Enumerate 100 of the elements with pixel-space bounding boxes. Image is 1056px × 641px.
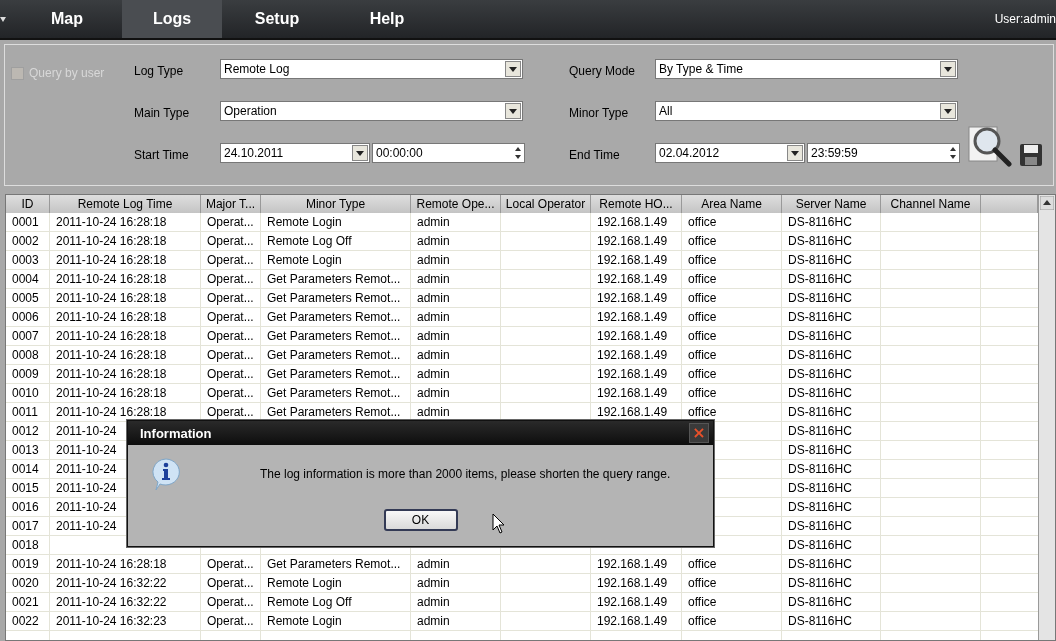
table-cell: DS-8116HC [788,272,852,286]
table-cell: 2011-10-24 [56,481,117,495]
nav-tab[interactable]: Help [332,0,442,38]
dropdown[interactable]: Remote Log [220,59,523,79]
table-cell: 2011-10-24 [56,462,117,476]
table-cell: Remote Login [267,215,342,229]
table-cell: 0017 [12,519,39,533]
table-cell: DS-8116HC [788,291,852,305]
table-cell: office [688,310,717,324]
scroll-up-icon[interactable] [1040,196,1054,210]
table-cell: Get Parameters Remot... [267,386,401,400]
table-cell: 0002 [12,234,39,248]
dropdown[interactable]: Operation [220,101,523,121]
table-cell: 0003 [12,253,39,267]
dropdown[interactable]: All [655,101,958,121]
date-picker[interactable]: 02.04.2012 [655,143,805,163]
table-cell: admin [417,576,450,590]
table-cell: 2011-10-24 16:28:18 [56,405,167,419]
field-label: Minor Type [569,105,630,122]
table-cell: DS-8116HC [788,405,852,419]
date-picker[interactable]: 24.10.2011 [220,143,370,163]
table-cell: 0004 [12,272,39,286]
table-cell: 0008 [12,348,39,362]
table-cell: DS-8116HC [788,234,852,248]
dropdown[interactable]: By Type & Time [655,59,958,79]
save-icon[interactable] [1019,143,1043,167]
table-cell: Operat... [207,576,254,590]
nav-tab[interactable]: Map [12,0,122,38]
table-cell: admin [417,405,450,419]
table-cell: 0013 [12,443,39,457]
ok-button[interactable]: OK [383,509,458,531]
table-cell: DS-8116HC [788,500,852,514]
table-cell: Get Parameters Remot... [267,310,401,324]
table-cell: DS-8116HC [788,614,852,628]
table-cell: office [688,234,717,248]
table-cell: office [688,405,717,419]
table-cell: Get Parameters Remot... [267,272,401,286]
table-cell: 192.168.1.49 [597,614,668,628]
dropdown-arrow-icon [509,66,517,72]
table-cell: 192.168.1.49 [597,215,668,229]
table-cell: Operat... [207,557,254,571]
table-cell: 2011-10-24 [56,500,117,514]
table-cell: Operat... [207,386,254,400]
table-cell: Remote Login [267,576,342,590]
table-cell: Operat... [207,348,254,362]
table-cell: DS-8116HC [788,595,852,609]
table-cell: 192.168.1.49 [597,310,668,324]
table-cell: Get Parameters Remot... [267,348,401,362]
table-cell: DS-8116HC [788,576,852,590]
nav-tab[interactable]: Logs [122,0,222,38]
table-cell: 0011 [12,405,38,419]
info-icon [150,457,182,491]
table-cell: admin [417,348,450,362]
table-cell: office [688,614,717,628]
search-icon[interactable] [967,123,1013,167]
table-cell: Operat... [207,310,254,324]
table-cell: Operat... [207,291,254,305]
table-cell: 192.168.1.49 [597,386,668,400]
table-cell: Remote Log Off [267,595,352,609]
table-cell: Get Parameters Remot... [267,367,401,381]
table-cell: Operat... [207,253,254,267]
table-cell: Get Parameters Remot... [267,557,401,571]
table-cell: 2011-10-24 16:28:18 [56,272,167,286]
caret-icon[interactable] [0,16,6,22]
table-cell: 2011-10-24 16:28:18 [56,234,167,248]
table-cell: office [688,557,717,571]
time-spinner[interactable]: 00:00:00 [372,143,525,163]
table-cell: 2011-10-24 [56,443,117,457]
table-cell: 192.168.1.49 [597,272,668,286]
dropdown-arrow-icon [509,108,517,114]
table-cell: Operat... [207,367,254,381]
dropdown-arrow-icon [791,150,799,156]
dropdown-arrow-icon [356,150,364,156]
table-cell: 0005 [12,291,39,305]
table-cell: 2011-10-24 16:28:18 [56,253,167,267]
table-cell: admin [417,557,450,571]
table-cell: Operat... [207,614,254,628]
time-spinner[interactable]: 23:59:59 [807,143,960,163]
table-cell: office [688,367,717,381]
scrollbar[interactable] [1038,195,1055,640]
table-cell: office [688,253,717,267]
table-cell: 2011-10-24 16:28:18 [56,348,167,362]
table-cell: 2011-10-24 16:28:18 [56,557,167,571]
table-cell: 0021 [12,595,39,609]
table-cell: office [688,348,717,362]
table-cell: DS-8116HC [788,367,852,381]
table-cell: admin [417,253,450,267]
table-cell: 192.168.1.49 [597,291,668,305]
table-cell: DS-8116HC [788,557,852,571]
table-cell: 192.168.1.49 [597,234,668,248]
table-cell: 0015 [12,481,39,495]
table-cell: office [688,272,717,286]
table-cell: 0016 [12,500,39,514]
table-cell: Get Parameters Remot... [267,329,401,343]
table-cell: 0022 [12,614,39,628]
table-cell: office [688,291,717,305]
table-cell: Remote Log Off [267,234,352,248]
table-cell: admin [417,291,450,305]
table-cell: admin [417,329,450,343]
nav-tab[interactable]: Setup [222,0,332,38]
